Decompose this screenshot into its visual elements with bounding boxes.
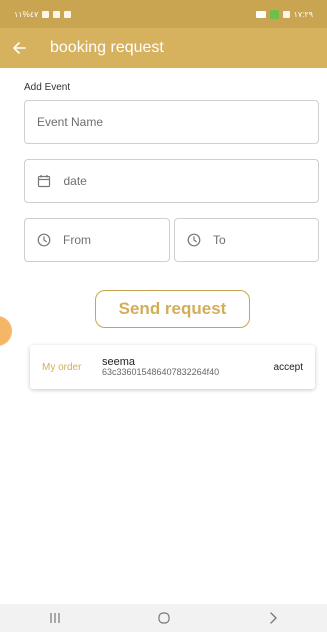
from-field[interactable] xyxy=(24,218,170,262)
event-name-input[interactable] xyxy=(37,115,318,129)
system-nav-bar xyxy=(0,604,327,632)
clock-icon xyxy=(187,232,201,248)
gallery-icon xyxy=(282,10,290,18)
status-bar-left: ٤٧%١١ xyxy=(14,9,72,19)
wifi-icon xyxy=(53,10,61,18)
to-input[interactable] xyxy=(213,233,318,247)
recent-apps-icon xyxy=(49,613,60,623)
status-bar: ٤٧%١١ ١٧:٢٩ xyxy=(0,0,327,28)
side-drawer-handle[interactable] xyxy=(0,316,12,346)
home-button[interactable] xyxy=(134,604,194,632)
back-chevron-icon xyxy=(269,612,277,624)
app-notification-icon xyxy=(269,9,279,19)
order-card[interactable]: My order seema 63c336015486407832264f40 … xyxy=(30,345,315,389)
home-icon xyxy=(157,612,170,624)
from-input[interactable] xyxy=(63,233,169,247)
calendar-icon xyxy=(37,173,51,189)
arrow-left-icon[interactable] xyxy=(0,28,38,68)
date-field[interactable] xyxy=(24,159,319,203)
status-left-text: ٤٧%١١ xyxy=(14,9,39,19)
notification-icon xyxy=(64,10,72,18)
status-time: ١٧:٢٩ xyxy=(293,9,313,19)
accept-button[interactable]: accept xyxy=(274,362,303,373)
signal-icon xyxy=(42,10,50,18)
event-name-field[interactable] xyxy=(24,100,319,144)
status-bar-right: ١٧:٢٩ xyxy=(255,9,313,19)
back-button[interactable] xyxy=(243,604,303,632)
clock-icon xyxy=(37,232,51,248)
date-input[interactable] xyxy=(63,174,318,188)
to-field[interactable] xyxy=(174,218,319,262)
recent-apps-button[interactable] xyxy=(25,604,85,632)
order-label: My order xyxy=(42,361,82,373)
app-bar: booking request xyxy=(0,28,327,68)
camera-icon xyxy=(255,10,266,18)
order-info: seema 63c336015486407832264f40 xyxy=(102,356,274,378)
order-id: 63c336015486407832264f40 xyxy=(102,367,220,378)
send-request-button[interactable]: Send request xyxy=(95,290,250,328)
page-title: booking request xyxy=(50,39,164,56)
add-event-label: Add Event xyxy=(24,82,71,93)
